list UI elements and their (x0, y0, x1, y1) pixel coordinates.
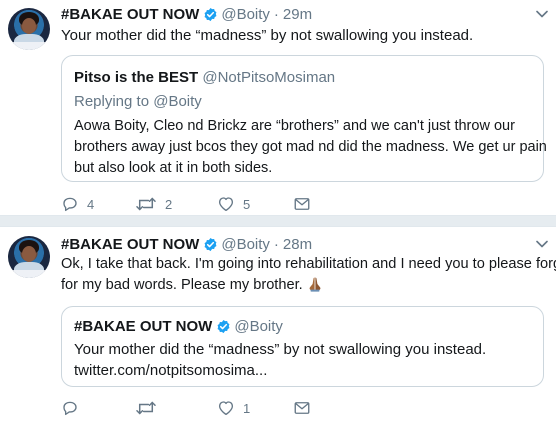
reply-icon (63, 197, 77, 212)
quoted-text-line: brothers away just bcos they got mad nd … (74, 139, 547, 155)
verified-badge-icon (204, 237, 217, 251)
reply-icon (63, 401, 77, 416)
chevron-down-icon[interactable] (536, 10, 548, 18)
quoted-text-line: but also look at it in both sides. (74, 160, 273, 176)
tweet-text: Your mother did the “madness” by not swa… (61, 27, 474, 44)
retweet-icon (136, 197, 156, 211)
retweet-count: 2 (165, 196, 173, 212)
author-handle[interactable]: @Boity (221, 6, 270, 23)
separator-dot: · (273, 5, 279, 23)
quoted-link[interactable]: twitter.com/notpitsomosima... (74, 360, 267, 381)
like-button[interactable]: 1 (217, 397, 250, 419)
quoted-tweet[interactable]: #BAKAE OUT NOW @Boity Your mother did th… (61, 306, 544, 387)
retweet-icon (136, 401, 156, 415)
retweet-button[interactable] (135, 397, 165, 419)
tweet-header: #BAKAE OUT NOW @Boity · 29m (61, 4, 312, 24)
like-button[interactable]: 5 (217, 193, 250, 215)
author-name[interactable]: #BAKAE OUT NOW (61, 236, 199, 253)
chevron-down-icon[interactable] (536, 240, 548, 248)
like-count: 5 (243, 196, 251, 212)
tweet-text-line: Ok, I take that back. I'm going into reh… (61, 256, 556, 272)
tweet[interactable]: #BAKAE OUT NOW @Boity · 28m Ok, I take t… (0, 226, 556, 425)
quoted-text-line: Your mother did the “madness” by not swa… (74, 341, 487, 358)
feed-gap (0, 216, 556, 226)
quoted-tweet[interactable]: Pitso is the BEST @NotPitsoMosiman Reply… (61, 55, 547, 182)
retweet-button[interactable]: 2 (135, 193, 172, 215)
timestamp[interactable]: 29m (283, 6, 312, 23)
like-icon (218, 197, 234, 212)
reply-button[interactable] (61, 397, 87, 419)
avatar[interactable] (8, 8, 50, 50)
message-icon (294, 198, 310, 210)
quoted-author-handle: @Boity (234, 318, 283, 335)
direct-message-button[interactable] (293, 193, 311, 215)
like-icon (218, 401, 234, 416)
tweet-text-line: for my bad words. Please my brother. (61, 277, 303, 293)
verified-badge-icon (204, 7, 217, 21)
like-count: 1 (243, 400, 251, 416)
reply-button[interactable]: 4 (61, 193, 94, 215)
verified-badge-icon (217, 319, 230, 334)
message-icon (294, 402, 310, 414)
quoted-author-handle: @NotPitsoMosiman (202, 69, 336, 86)
tweet-actions: 4 2 5 (61, 193, 361, 215)
tweet-header: #BAKAE OUT NOW @Boity · 28m (61, 234, 312, 254)
separator-dot: · (273, 235, 279, 253)
quoted-text-line: Aowa Boity, Cleo nd Brickz are “brothers… (74, 118, 515, 134)
quoted-author-name: #BAKAE OUT NOW (74, 318, 213, 335)
author-handle[interactable]: @Boity (221, 236, 270, 253)
author-name[interactable]: #BAKAE OUT NOW (61, 6, 199, 23)
folded-hands-emoji-icon (309, 277, 321, 292)
direct-message-button[interactable] (293, 397, 311, 419)
reply-count: 4 (87, 196, 95, 212)
replying-to[interactable]: Replying to @Boity (74, 91, 202, 112)
quoted-author-name: Pitso is the BEST (74, 69, 199, 86)
avatar[interactable] (8, 236, 50, 278)
tweet[interactable]: #BAKAE OUT NOW @Boity · 29m Your mother … (0, 0, 556, 216)
tweet-actions: 1 (61, 397, 361, 419)
tweet-text-line-2: for my bad words. Please my brother. (61, 275, 323, 296)
timestamp[interactable]: 28m (283, 236, 312, 253)
